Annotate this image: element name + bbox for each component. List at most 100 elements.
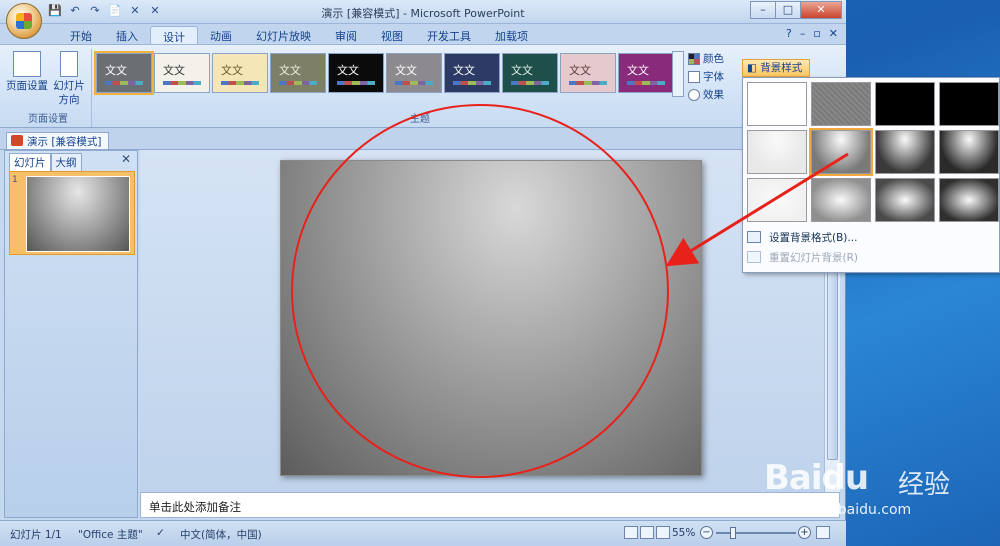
slideshow-icon[interactable]: [656, 526, 670, 539]
background-style-button[interactable]: ◧ 背景样式 ▾: [742, 59, 810, 90]
slide-count: 幻灯片 1/1: [10, 529, 62, 541]
office-button[interactable]: [6, 3, 42, 39]
slide-canvas[interactable]: [280, 160, 702, 476]
background-style-icon: ◧: [747, 62, 761, 74]
powerpoint-doc-icon: [11, 135, 23, 146]
watermark-brand: Baidu: [764, 458, 869, 498]
fonts-button[interactable]: 字体: [688, 69, 724, 84]
ribbon-restore-icon[interactable]: ▫: [813, 27, 820, 40]
tab-5[interactable]: 审阅: [323, 26, 369, 44]
zoom-level[interactable]: 55%: [672, 527, 695, 539]
theme-thumbnail[interactable]: 文文: [618, 53, 674, 93]
tab-slides[interactable]: 幻灯片: [9, 153, 51, 171]
background-style-menu: 设置背景格式(B)... 重置幻灯片背景(R): [742, 77, 1000, 273]
theme-label: 文文: [395, 64, 417, 77]
theme-name: "Office 主题": [78, 529, 143, 541]
tab-3[interactable]: 动画: [198, 26, 244, 44]
slide-orientation-button[interactable]: 幻灯片 方向: [48, 51, 90, 107]
page-setup-button[interactable]: 页面设置: [6, 51, 48, 93]
zoom-in-button[interactable]: +: [798, 526, 811, 539]
theme-thumbnail[interactable]: 文文: [94, 51, 154, 95]
zoom-out-button[interactable]: −: [700, 526, 713, 539]
format-background-menu-item[interactable]: 设置背景格式(B)...: [747, 228, 857, 246]
notes-pane[interactable]: 单击此处添加备注: [140, 492, 840, 518]
theme-thumbnail[interactable]: 文文: [328, 53, 384, 93]
theme-thumbnail[interactable]: 文文: [386, 53, 442, 93]
document-tab[interactable]: 演示 [兼容模式]: [6, 132, 109, 149]
theme-gallery-scroll[interactable]: [672, 51, 684, 97]
slide-number: 1: [12, 175, 18, 185]
watermark-url: jingyan.baidu.com: [782, 502, 912, 518]
theme-thumbnail[interactable]: 文文: [154, 53, 210, 93]
colors-icon: [688, 52, 700, 65]
ribbon-minimize-icon[interactable]: –: [800, 27, 806, 40]
theme-options: 颜色 字体 效果: [688, 51, 724, 102]
theme-thumbnail[interactable]: 文文: [270, 53, 326, 93]
normal-view-icon[interactable]: [624, 526, 638, 539]
fonts-label: 字体: [703, 71, 724, 83]
effects-button[interactable]: 效果: [688, 87, 724, 102]
format-background-label: 设置背景格式(B)...: [769, 231, 858, 244]
window-title: 演示 [兼容模式] - Microsoft PowerPoint: [321, 7, 525, 20]
theme-color-swatches: [163, 81, 201, 85]
theme-color-swatches: [569, 81, 607, 85]
fit-to-window-icon[interactable]: [816, 526, 830, 539]
title-bar: 💾 ↶ ↷ 📄 ✕ ✕ 演示 [兼容模式] - Microsoft PowerPoint …: [0, 0, 846, 24]
tab-0[interactable]: 开始: [58, 26, 104, 44]
background-style-option[interactable]: [811, 178, 871, 222]
background-style-option[interactable]: [747, 178, 807, 222]
tab-outline[interactable]: 大纲: [50, 153, 82, 171]
background-style-option[interactable]: [939, 178, 999, 222]
close-icon[interactable]: ✕: [121, 152, 131, 166]
theme-thumbnail[interactable]: 文文: [444, 53, 500, 93]
theme-color-swatches: [453, 81, 491, 85]
tab-4[interactable]: 幻灯片放映: [244, 26, 323, 44]
reset-background-menu-item[interactable]: 重置幻灯片背景(R): [747, 248, 858, 266]
background-style-option[interactable]: [875, 130, 935, 174]
slide-sorter-icon[interactable]: [640, 526, 654, 539]
background-style-option[interactable]: [875, 178, 935, 222]
theme-color-swatches: [395, 81, 433, 85]
themes-group-label: 主题: [410, 114, 430, 125]
ribbon-right-controls: ? – ▫ ✕: [786, 27, 838, 40]
background-style-option[interactable]: [939, 82, 999, 126]
theme-thumbnail[interactable]: 文文: [212, 53, 268, 93]
colors-label: 颜色: [703, 53, 724, 65]
notes-placeholder: 单击此处添加备注: [149, 500, 241, 514]
format-background-icon: [747, 231, 761, 243]
background-style-option[interactable]: [875, 82, 935, 126]
slide-thumbnail[interactable]: 1: [9, 171, 135, 255]
tab-6[interactable]: 视图: [369, 26, 415, 44]
minimize-button[interactable]: –: [750, 1, 776, 19]
theme-gallery: 文文 文文 文文 文文 文文 文文 文文 文文 文文 文文: [94, 51, 674, 95]
tab-8[interactable]: 加载项: [483, 26, 540, 44]
slide-thumbnail-image: [26, 176, 130, 252]
theme-color-swatches: [105, 81, 143, 85]
background-style-option[interactable]: [747, 130, 807, 174]
tab-1[interactable]: 插入: [104, 26, 150, 44]
theme-thumbnail[interactable]: 文文: [502, 53, 558, 93]
background-style-option[interactable]: [747, 82, 807, 126]
theme-label: 文文: [453, 64, 475, 77]
document-tab-label: 演示 [兼容模式]: [27, 136, 102, 148]
zoom-slider[interactable]: [716, 532, 796, 534]
maximize-button[interactable]: □: [775, 1, 801, 19]
help-icon[interactable]: ?: [786, 27, 792, 40]
background-style-option[interactable]: [811, 82, 871, 126]
tab-2[interactable]: 设计: [150, 26, 198, 44]
theme-label: 文文: [221, 64, 243, 77]
background-style-option[interactable]: [809, 128, 873, 176]
zoom-slider-handle[interactable]: [730, 527, 736, 539]
ribbon-close-icon[interactable]: ✕: [829, 27, 838, 40]
spellcheck-icon[interactable]: ✓: [156, 527, 165, 539]
theme-color-swatches: [511, 81, 549, 85]
close-button[interactable]: ✕: [800, 1, 842, 19]
background-style-option[interactable]: [939, 130, 999, 174]
tab-7[interactable]: 开发工具: [415, 26, 483, 44]
theme-thumbnail[interactable]: 文文: [560, 53, 616, 93]
page-setup-group-label: 页面设置: [28, 114, 68, 125]
theme-label: 文文: [163, 64, 185, 77]
colors-button[interactable]: 颜色: [688, 51, 724, 66]
ribbon: 页面设置 幻灯片 方向 页面设置 文文 文文 文文 文文 文文 文文 文文 文文 文文 文文 主题…: [0, 44, 846, 128]
document-tab-strip: 演示 [兼容模式]: [0, 128, 846, 150]
